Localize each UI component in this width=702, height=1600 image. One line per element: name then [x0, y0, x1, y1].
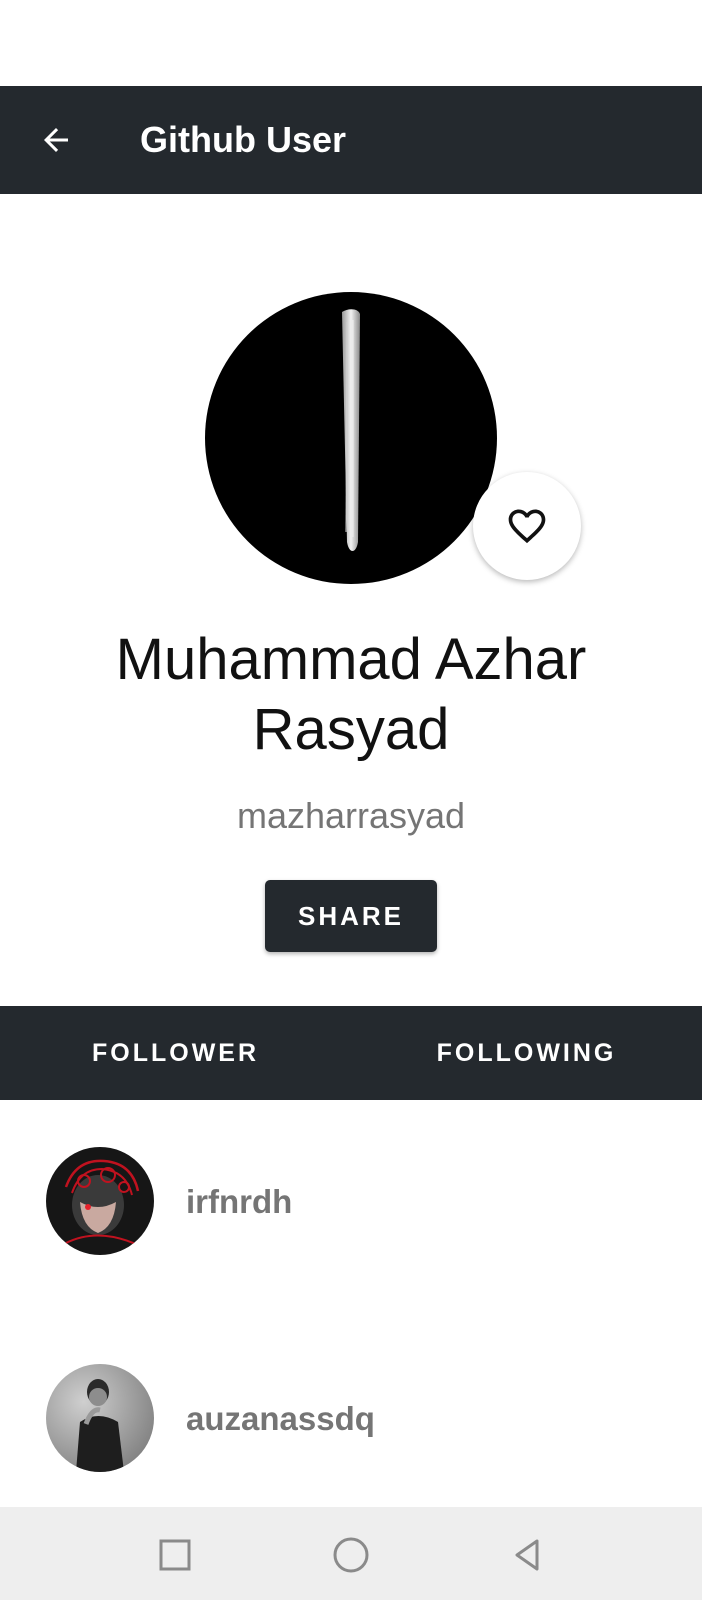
profile-avatar-container — [205, 292, 497, 584]
user-full-name: Muhammad Azhar Rasyad — [115, 627, 587, 762]
user-avatar-image — [46, 1364, 154, 1472]
square-icon — [159, 1539, 191, 1571]
list-item[interactable]: irfnrdh — [0, 1100, 702, 1300]
avatar-image — [342, 309, 360, 551]
user-username: mazharrasyad — [236, 795, 466, 836]
tab-bar: FOLLOWER FOLLOWING — [0, 1006, 702, 1100]
arrow-back-icon — [44, 128, 68, 152]
screen: Github User Muhammad Azhar Rasyad mazhar… — [0, 0, 702, 1600]
nav-back-button[interactable] — [499, 1527, 555, 1583]
list-item-username: irfnrdh — [186, 1183, 293, 1220]
triangle-back-icon — [515, 1539, 539, 1571]
share-button[interactable]: SHARE — [265, 880, 437, 952]
list-item-username: auzanassdq — [186, 1400, 375, 1437]
list-item[interactable]: auzanassdq — [0, 1317, 702, 1517]
favorite-button[interactable] — [473, 472, 581, 580]
heart-outline-icon — [508, 509, 546, 544]
avatar — [46, 1147, 154, 1255]
tab-follower[interactable]: FOLLOWER — [0, 1006, 351, 1100]
avatar — [205, 292, 497, 584]
tab-following[interactable]: FOLLOWING — [351, 1006, 702, 1100]
back-button[interactable] — [30, 114, 82, 166]
page-title: Github User — [140, 119, 347, 160]
recents-button[interactable] — [147, 1527, 203, 1583]
circle-icon — [333, 1537, 369, 1573]
system-nav-bar — [0, 1507, 702, 1600]
top-app-bar: Github User — [0, 86, 702, 194]
user-avatar-image — [46, 1147, 154, 1255]
avatar — [46, 1364, 154, 1472]
home-button[interactable] — [323, 1527, 379, 1583]
